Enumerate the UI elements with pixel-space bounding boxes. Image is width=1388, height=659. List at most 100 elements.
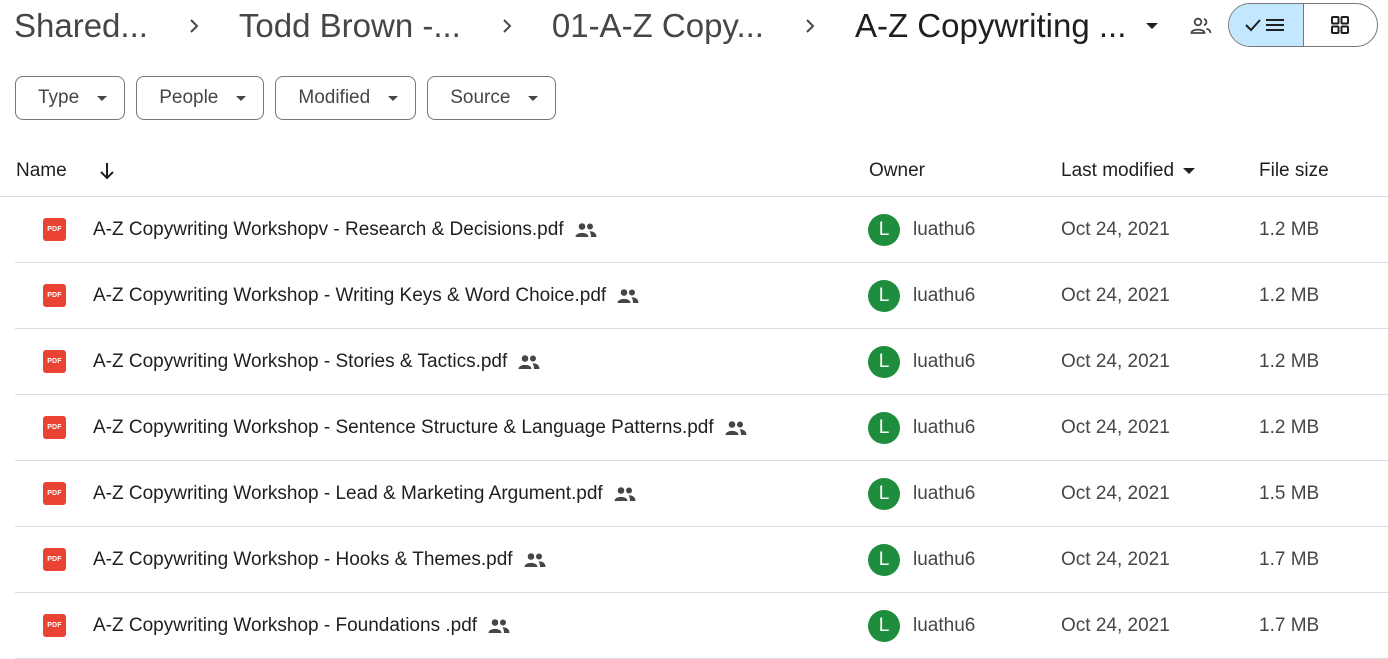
file-row[interactable]: PDF A-Z Copywriting Workshop - Stories & … (15, 329, 1388, 395)
filter-bar: Type People Modified Source (15, 76, 557, 120)
file-name[interactable]: A-Z Copywriting Workshop - Lead & Market… (93, 483, 603, 505)
grid-icon (1331, 16, 1350, 34)
caret-down-icon (1183, 168, 1196, 174)
filter-source-chip[interactable]: Source (427, 76, 557, 120)
file-name[interactable]: A-Z Copywriting Workshop - Foundations .… (93, 615, 477, 637)
pdf-icon: PDF (43, 416, 66, 439)
shared-people-icon (518, 354, 540, 370)
owner-cell: Lluathu6 (868, 593, 975, 658)
filter-modified-label: Modified (298, 87, 371, 108)
shared-people-icon (614, 486, 636, 502)
last-modified-date: Oct 24, 2021 (1061, 350, 1170, 372)
avatar: L (868, 213, 900, 246)
column-header-owner-label: Owner (869, 160, 925, 181)
shared-people-icon (725, 420, 747, 436)
pdf-icon: PDF (43, 284, 66, 307)
file-row[interactable]: PDF A-Z Copywriting Workshop - Foundation… (15, 593, 1388, 659)
list-view-button[interactable] (1229, 4, 1304, 46)
last-modified-date: Oct 24, 2021 (1061, 284, 1170, 306)
column-header-name-label: Name (16, 160, 67, 181)
breadcrumb-item-01-az-copy[interactable]: 01-A-Z Copy... (552, 7, 764, 45)
breadcrumb-current-folder[interactable]: A-Z Copywriting ... (855, 7, 1126, 45)
shared-folder-people-icon[interactable] (1188, 13, 1214, 39)
filter-people-chip[interactable]: People (136, 76, 265, 120)
file-name[interactable]: A-Z Copywriting Workshop - Sentence Stru… (93, 417, 714, 439)
file-list-header: Name Owner Last modified File size (0, 146, 1388, 197)
pdf-file-icon: PDF (43, 329, 66, 394)
avatar: L (868, 477, 900, 510)
file-size: 1.7 MB (1259, 614, 1320, 636)
pdf-icon: PDF (43, 614, 66, 637)
file-row[interactable]: PDF A-Z Copywriting Workshop - Hooks & Th… (15, 527, 1388, 593)
pdf-file-icon: PDF (43, 395, 66, 460)
file-row[interactable]: PDF A-Z Copywriting Workshop - Lead & Mar… (15, 461, 1388, 527)
avatar: L (868, 411, 900, 444)
file-size: 1.2 MB (1259, 416, 1320, 438)
shared-people-icon (524, 552, 546, 568)
owner-name: luathu6 (913, 350, 976, 372)
column-header-file-size[interactable]: File size (1259, 146, 1329, 196)
column-header-file-size-label: File size (1259, 160, 1329, 181)
grid-view-button[interactable] (1304, 4, 1378, 46)
pdf-icon: PDF (43, 350, 66, 373)
avatar: L (868, 279, 900, 312)
breadcrumb-item-shared[interactable]: Shared... (14, 7, 148, 45)
owner-name: luathu6 (913, 614, 976, 636)
filter-modified-chip[interactable]: Modified (275, 76, 417, 120)
last-modified-date: Oct 24, 2021 (1061, 614, 1170, 636)
chevron-right-icon (802, 16, 822, 36)
column-header-last-modified[interactable]: Last modified (1061, 146, 1196, 196)
file-name-cell: A-Z Copywriting Workshop - Hooks & Theme… (93, 527, 546, 592)
caret-down-icon (236, 95, 247, 101)
file-name[interactable]: A-Z Copywriting Workshop - Hooks & Theme… (93, 549, 513, 571)
pdf-icon: PDF (43, 548, 66, 571)
caret-down-icon (388, 95, 399, 101)
chevron-right-icon (499, 16, 519, 36)
column-header-name[interactable]: Name (16, 146, 115, 196)
file-size: 1.2 MB (1259, 284, 1320, 306)
owner-name: luathu6 (913, 482, 976, 504)
file-row[interactable]: PDF A-Z Copywriting Workshopv - Research … (15, 197, 1388, 263)
file-name-cell: A-Z Copywriting Workshop - Stories & Tac… (93, 329, 540, 394)
file-size: 1.2 MB (1259, 218, 1320, 240)
pdf-file-icon: PDF (43, 197, 66, 262)
pdf-file-icon: PDF (43, 527, 66, 592)
file-size: 1.2 MB (1259, 350, 1320, 372)
pdf-file-icon: PDF (43, 593, 66, 658)
pdf-file-icon: PDF (43, 263, 66, 328)
caret-down-icon (528, 95, 539, 101)
filter-source-label: Source (450, 87, 511, 108)
pdf-file-icon: PDF (43, 461, 66, 526)
file-row[interactable]: PDF A-Z Copywriting Workshop - Sentence S… (15, 395, 1388, 461)
shared-people-icon (488, 618, 510, 634)
file-name[interactable]: A-Z Copywriting Workshop - Stories & Tac… (93, 351, 507, 373)
file-name-cell: A-Z Copywriting Workshopv - Research & D… (93, 197, 597, 262)
file-name-cell: A-Z Copywriting Workshop - Writing Keys … (93, 263, 639, 328)
filter-type-label: Type (38, 87, 80, 108)
sort-direction-arrow-icon[interactable] (99, 162, 115, 180)
filter-type-chip[interactable]: Type (15, 76, 126, 120)
breadcrumb-item-todd-brown[interactable]: Todd Brown -... (239, 7, 461, 45)
filter-people-label: People (159, 87, 219, 108)
owner-cell: Lluathu6 (868, 197, 975, 262)
owner-name: luathu6 (913, 218, 976, 240)
file-size: 1.5 MB (1259, 482, 1320, 504)
owner-cell: Lluathu6 (868, 329, 975, 394)
last-modified-date: Oct 24, 2021 (1061, 218, 1170, 240)
caret-down-icon (97, 95, 108, 101)
check-list-icon (1245, 19, 1284, 32)
last-modified-date: Oct 24, 2021 (1061, 416, 1170, 438)
avatar: L (868, 345, 900, 378)
last-modified-date: Oct 24, 2021 (1061, 482, 1170, 504)
file-size: 1.7 MB (1259, 548, 1320, 570)
avatar: L (868, 543, 900, 576)
folder-menu-dropdown-icon[interactable] (1140, 14, 1164, 38)
file-name-cell: A-Z Copywriting Workshop - Lead & Market… (93, 461, 636, 526)
owner-name: luathu6 (913, 548, 976, 570)
file-name[interactable]: A-Z Copywriting Workshopv - Research & D… (93, 219, 564, 241)
column-header-owner[interactable]: Owner (869, 146, 925, 196)
shared-people-icon (617, 288, 639, 304)
file-row[interactable]: PDF A-Z Copywriting Workshop - Writing Ke… (15, 263, 1388, 329)
file-name[interactable]: A-Z Copywriting Workshop - Writing Keys … (93, 285, 606, 307)
column-header-last-modified-label: Last modified (1061, 160, 1175, 181)
